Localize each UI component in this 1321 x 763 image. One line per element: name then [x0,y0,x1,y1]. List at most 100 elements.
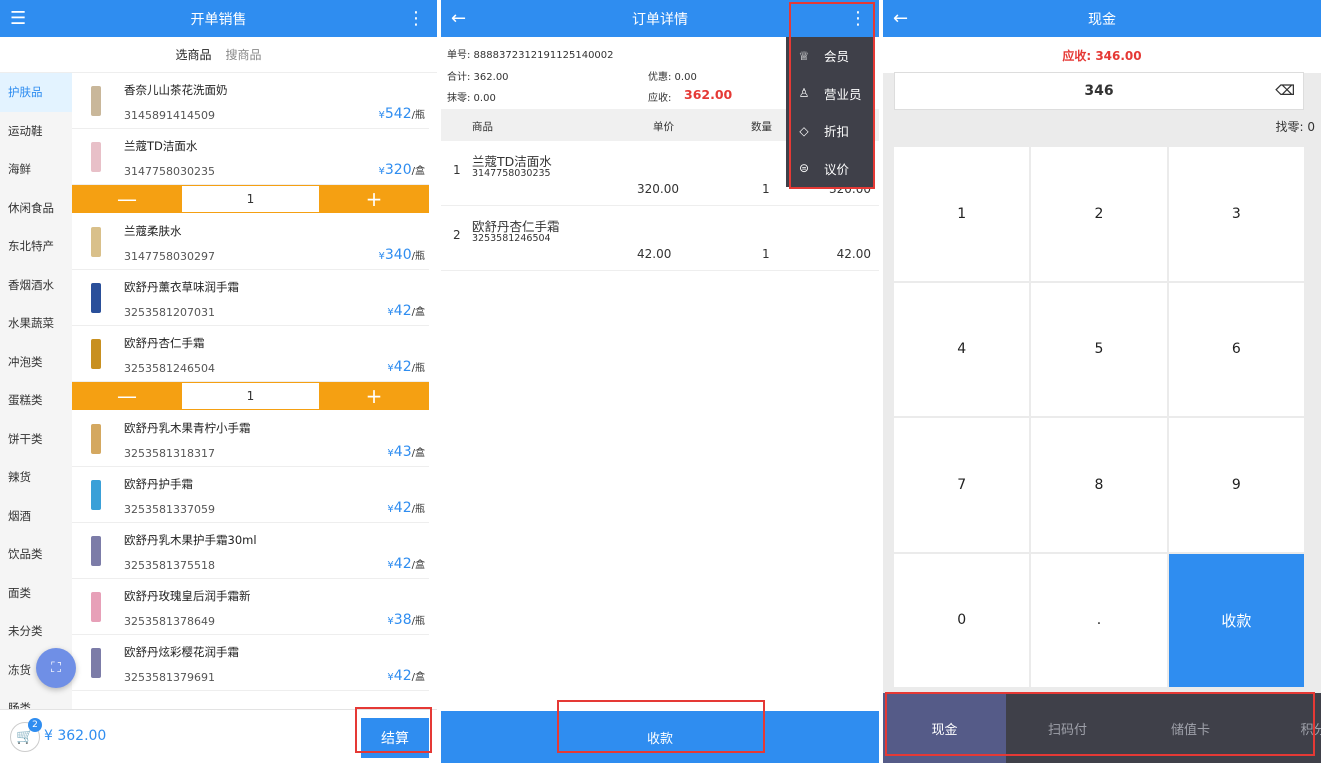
category-item[interactable]: 运动鞋 [0,112,72,151]
quantity-value[interactable]: 1 [182,382,319,410]
tab-select-products[interactable]: 选商品 [175,46,211,63]
keypad-key[interactable]: 7 [894,418,1030,552]
product-image [91,283,101,313]
product-tabs: 选商品 搜商品 [0,37,437,73]
menu-item[interactable]: ♙ 营业员 [786,75,874,113]
product-price: ¥42/瓶 [387,500,425,516]
hamburger-icon[interactable]: ☰ [10,0,26,37]
product-item[interactable]: 香奈儿山茶花洗面奶 3145891414509 ¥542/瓶 [72,73,429,129]
keypad-key[interactable]: 3 [1168,147,1304,281]
price-unit: /盒 [411,560,425,571]
product-item[interactable]: 欧舒丹玫瑰皇后润手霜新 3253581378649 ¥38/瓶 [72,579,429,635]
keypad-key[interactable]: 5 [1031,282,1167,416]
decrease-button[interactable]: — [72,382,182,410]
product-price: ¥320/盒 [379,162,425,178]
category-item[interactable]: 未分类 [0,612,72,651]
product-code: 3253581337059 [124,503,215,516]
keypad-key[interactable]: 0 [894,553,1030,687]
order-rounding: 抹零: 0.00 [447,93,496,104]
backspace-icon[interactable]: ⌫ [1275,83,1295,99]
product-code: 3147758030235 [124,165,215,178]
product-item[interactable]: 兰蔻柔肤水 3147758030297 ¥340/瓶 [72,214,429,270]
price-unit: /瓶 [411,616,425,627]
payment-method-tab[interactable]: 储值卡 [1129,693,1252,763]
order-discount: 优惠: 0.00 [648,72,697,83]
menu-item[interactable]: ◇ 折扣 [786,112,874,150]
increase-button[interactable]: + [319,382,429,410]
product-image [91,227,101,257]
category-item[interactable]: 海鲜 [0,150,72,189]
product-item[interactable]: 欧舒丹杏仁手霜 3253581246504 ¥42/瓶 [72,326,429,382]
keypad-key[interactable]: 6 [1168,282,1304,416]
arrow-left-icon[interactable]: ← [451,0,466,37]
item-code: 3147758030235 [472,168,551,179]
crown-icon: ♕ [798,48,810,63]
checkout-button[interactable]: 结算 [361,718,429,758]
tab-search-products[interactable]: 搜商品 [226,46,262,63]
amount-input[interactable]: 346 ⌫ [894,72,1304,110]
product-item[interactable]: 兰蔻TD洁面水 3147758030235 ¥320/盒 [72,129,429,185]
product-item[interactable]: 欧舒丹乳木果护手霜30ml 3253581375518 ¥42/盒 [72,523,429,579]
product-item[interactable]: 欧舒丹护手霜 3253581337059 ¥42/瓶 [72,467,429,523]
category-item[interactable]: 休闲食品 [0,189,72,228]
keypad-key[interactable]: 2 [1031,147,1167,281]
keypad-key[interactable]: . [1031,553,1167,687]
product-code: 3253581318317 [124,447,215,460]
product-item[interactable]: 欧舒丹乳木果青柠小手霜 3253581318317 ¥43/盒 [72,411,429,467]
payment-method-tab[interactable]: 积分 [1252,693,1321,763]
category-item[interactable]: 面类 [0,574,72,613]
menu-item[interactable]: ♕ 会员 [786,37,874,75]
payment-method-tab[interactable]: 现金 [883,693,1006,763]
product-image [91,339,101,369]
quantity-value[interactable]: 1 [182,185,319,213]
product-image [91,142,101,172]
category-item[interactable]: 饼干类 [0,420,72,459]
price-unit: /盒 [411,307,425,318]
item-quantity: 1 [762,182,770,196]
product-name: 欧舒丹薰衣草味润手霜 [124,280,239,294]
category-item[interactable]: 蛋糕类 [0,381,72,420]
category-item[interactable]: 香烟酒水 [0,266,72,305]
category-item[interactable]: 饮品类 [0,535,72,574]
product-image [91,86,101,116]
quantity-stepper: —1 + [72,185,429,213]
product-code: 3253581207031 [124,306,215,319]
payment-method-tab[interactable]: 扫码付 [1006,693,1129,763]
arrow-left-icon[interactable]: ← [893,0,908,37]
sales-bottom-bar: 🛒 2 ¥ 362.00 结算 [0,709,437,763]
keypad-key[interactable]: 1 [894,147,1030,281]
sales-header: ☰ 开单销售 ⋮ [0,0,437,37]
more-vertical-icon[interactable]: ⋮ [407,0,425,37]
category-item[interactable]: 护肤品 [0,73,72,112]
category-item[interactable]: 烟酒 [0,497,72,536]
collect-payment-button[interactable]: 收款 [441,711,879,763]
product-thumbnail [78,220,114,264]
menu-item[interactable]: ⊜ 议价 [786,150,874,188]
more-vertical-icon[interactable]: ⋮ [849,0,867,37]
order-number: 单号: 8888372312191125140002 [447,50,614,61]
keypad-key[interactable]: 8 [1031,418,1167,552]
keypad-key[interactable]: 4 [894,282,1030,416]
category-item[interactable]: 冲泡类 [0,343,72,382]
category-item[interactable]: 水果蔬菜 [0,304,72,343]
item-code: 3253581246504 [472,233,551,244]
order-item-row[interactable]: 2 欧舒丹杏仁手霜 3253581246504 42.00 1 42.00 [441,206,879,271]
increase-button[interactable]: + [319,185,429,213]
scan-button[interactable]: ⛶ [36,648,76,688]
price-value: 542 [384,106,412,122]
decrease-button[interactable]: — [72,185,182,213]
category-sidebar: 护肤品 运动鞋 海鲜 休闲食品 东北特产 香烟酒水 水果蔬菜 冲泡类 蛋糕类 饼干类 辣货 烟酒 饮品类… [0,73,72,715]
product-item[interactable]: 欧舒丹薰衣草味润手霜 3253581207031 ¥42/盒 [72,270,429,326]
product-name: 欧舒丹炫彩樱花润手霜 [124,645,239,659]
collect-button[interactable]: 收款 [1168,553,1304,687]
quantity-stepper: —1 + [72,382,429,410]
category-item[interactable]: 东北特产 [0,227,72,266]
product-image [91,592,101,622]
keypad-key[interactable]: 9 [1168,418,1304,552]
price-unit: /瓶 [411,251,425,262]
product-list: 香奈儿山茶花洗面奶 3145891414509 ¥542/瓶 兰蔻TD洁面水 31477… [72,73,429,709]
price-unit: /瓶 [411,363,425,374]
cash-payment-panel: ← 现金 应收: 346.00 346 ⌫ 找零: 0 123 456 789 0.收… [883,0,1321,763]
product-item[interactable]: 欧舒丹炫彩樱花润手霜 3253581379691 ¥42/盒 [72,635,429,691]
category-item[interactable]: 辣货 [0,458,72,497]
